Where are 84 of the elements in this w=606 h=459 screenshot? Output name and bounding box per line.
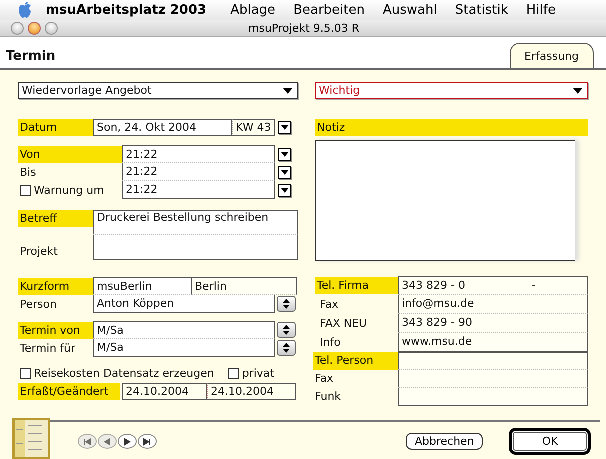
phone-field[interactable]: info@msu.de <box>398 295 588 314</box>
menu-item[interactable]: Bearbeiten <box>294 2 365 18</box>
section-title: Termin <box>6 49 56 64</box>
dropdown-button[interactable] <box>278 166 291 178</box>
phone-field[interactable]: 343 829 - 0 - <box>398 276 588 295</box>
note-field[interactable] <box>315 140 575 261</box>
checkbox-label: Reisekosten Datensatz erzeugen <box>34 367 214 380</box>
up-down-arrows-icon <box>283 299 290 309</box>
stepper-button[interactable] <box>277 340 296 356</box>
extension-text: - <box>532 278 536 294</box>
apple-icon[interactable] <box>18 2 32 18</box>
field-label: Von <box>18 146 122 162</box>
subject-field[interactable]: Druckerei Bestellung schreiben <box>93 210 298 235</box>
skip-forward-icon <box>142 436 153 446</box>
time-field[interactable]: 21:22 <box>122 163 275 181</box>
zoom-button[interactable] <box>45 22 58 34</box>
field-label: Betreff <box>18 210 93 227</box>
checkbox[interactable] <box>20 368 31 379</box>
phone-field[interactable]: 343 829 - 90 <box>398 314 588 333</box>
week-field: KW 43 <box>232 119 275 136</box>
field-label: Funk <box>314 389 342 405</box>
up-down-arrows-icon <box>283 343 290 353</box>
field-label: Kurzform <box>18 278 93 294</box>
menu-item[interactable]: Statistik <box>455 2 508 18</box>
city-field: Berlin <box>192 277 297 295</box>
app-name[interactable]: msuArbeitsplatz 2003 <box>46 2 207 18</box>
close-button[interactable] <box>11 22 24 34</box>
field-label: Tel. Person <box>313 352 398 370</box>
date-field[interactable]: Son, 24. Okt 2004 <box>93 119 232 136</box>
phone-field[interactable]: www.msu.de <box>398 333 588 352</box>
field-label: FAX NEU <box>319 316 368 332</box>
field-label: Tel. Firma <box>315 277 398 294</box>
field-label: Datum <box>18 119 93 136</box>
checkbox[interactable] <box>228 368 240 379</box>
play-icon <box>122 436 133 446</box>
stepper-button[interactable] <box>277 322 296 338</box>
time-field[interactable]: 21:22 <box>122 181 275 199</box>
cancel-button[interactable]: Abbrechen <box>406 433 484 450</box>
field-label: Person <box>19 296 58 312</box>
up-down-arrows-icon <box>283 325 290 335</box>
field-label: Warnung um <box>34 182 104 198</box>
contact-value: info@msu.de <box>401 296 476 312</box>
field-label: Projekt <box>19 244 59 260</box>
phone-field[interactable] <box>398 352 588 370</box>
time-field[interactable]: 21:22 <box>122 145 275 163</box>
back-arrow-icon <box>102 436 113 446</box>
phone-number: 343 829 - 0 <box>401 278 466 294</box>
field-label: Fax <box>314 371 335 387</box>
phone-field[interactable] <box>398 388 588 406</box>
dropdown[interactable]: Wiedervorlage Angebot <box>18 82 298 99</box>
project-field[interactable] <box>93 235 298 260</box>
menu-item[interactable]: Auswahl <box>383 2 438 18</box>
changed-field: 24.10.2004 <box>207 383 296 400</box>
dropdown-button[interactable] <box>278 148 291 160</box>
phone-field[interactable] <box>398 370 588 388</box>
menu-item[interactable]: Hilfe <box>526 2 556 18</box>
company-field[interactable]: msuBerlin <box>93 277 192 295</box>
nav-button[interactable] <box>118 434 137 449</box>
field-label: Fax <box>319 297 340 313</box>
menu-item[interactable]: Ablage <box>230 2 276 18</box>
minimize-button[interactable] <box>28 22 41 34</box>
field-label: Termin von <box>18 322 93 338</box>
nav-button[interactable] <box>138 434 157 449</box>
stepper-button[interactable] <box>277 296 296 312</box>
field-label: Bis <box>19 164 38 180</box>
skip-back-icon <box>82 436 93 446</box>
dropdown[interactable]: Wichtig <box>315 82 588 99</box>
contact-value: www.msu.de <box>401 334 474 350</box>
checkbox[interactable] <box>20 184 31 196</box>
person-field[interactable]: Anton Köppen <box>93 295 275 313</box>
dropdown-button[interactable] <box>278 184 291 196</box>
tab[interactable]: Erfassung <box>510 43 594 68</box>
assignee-field[interactable]: M/Sa <box>93 339 275 357</box>
assignee-field[interactable]: M/Sa <box>93 321 275 339</box>
contact-value: 343 829 - 90 <box>401 315 474 331</box>
window-title: msuProjekt 9.5.03 R <box>248 22 360 34</box>
ok-button[interactable]: OK <box>509 428 592 455</box>
dropdown-button[interactable] <box>278 121 291 134</box>
field-label: Info <box>319 335 342 351</box>
field-label: Erfaßt/Geändert <box>18 383 120 400</box>
checkbox-label: privat <box>242 367 274 380</box>
field-label: Termin für <box>19 340 77 356</box>
created-field: 24.10.2004 <box>122 383 207 400</box>
field-label: Notiz <box>315 119 588 136</box>
